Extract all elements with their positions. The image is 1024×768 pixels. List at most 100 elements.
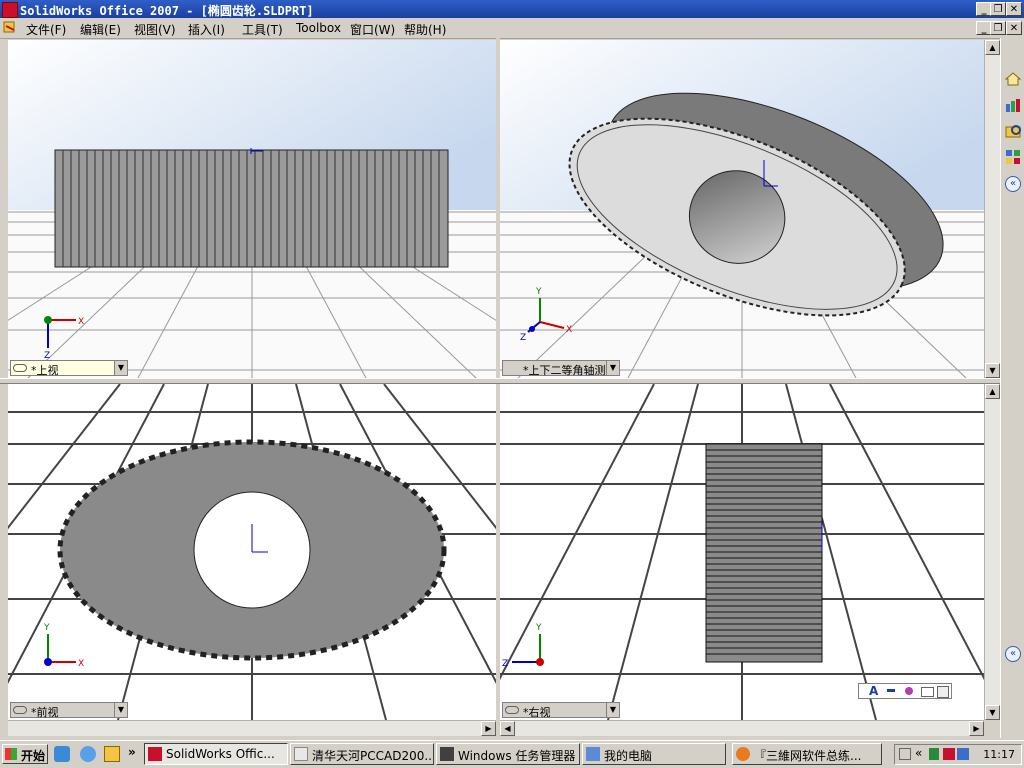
scrollbar-horizontal-right[interactable]: ◀ ▶ [500,720,984,736]
start-button[interactable]: 开始 [2,744,48,764]
axis-z-label-right: Z [502,659,508,669]
task-pane: « « [1000,38,1024,738]
view-selector-trimetric[interactable]: *上下二等角轴测 ▼ [502,360,620,377]
internet-explorer-icon[interactable] [80,746,96,762]
view-label-front: *前视 [31,706,59,719]
taskbar-solidworks[interactable]: SolidWorks Offic... [144,743,288,765]
menu-toolbox[interactable]: Toolbox [296,21,341,35]
firefox-icon [736,747,750,761]
taskbar-browser-label: 『三維网软件总练... [754,749,862,763]
scrollbar-horizontal-left[interactable]: ▶ [8,720,496,736]
file-explorer-icon[interactable] [1004,122,1022,140]
viewport-front[interactable]: Y X *前视 ▼ [8,384,496,720]
menu-file[interactable]: 文件(F) [26,21,66,38]
list-icon[interactable] [937,686,949,698]
solidworks-app-icon[interactable] [2,2,18,18]
menu-window[interactable]: 窗口(W) [350,21,395,38]
tray-network-icon[interactable] [943,748,955,760]
scrollbar-vertical-lower[interactable]: ▲ ▼ [984,384,1000,720]
scroll-right-arrow-icon[interactable]: ▶ [481,721,496,736]
view-palette-icon[interactable] [1004,148,1022,166]
title-bar: SolidWorks Office 2007 - [椭圆齿轮.SLDPRT] _… [0,0,1024,18]
quote-icon[interactable] [887,689,895,692]
view-label-trimetric: *上下二等角轴测 [523,364,606,377]
axis-z-label-tri: Z [520,333,526,343]
scrollbar-vertical-upper[interactable]: ▲ ▼ [984,40,1000,378]
taskbar-pccad[interactable]: 清华天河PCCAD200... [290,743,434,765]
scroll-up-arrow-icon[interactable]: ▲ [985,40,1000,55]
clock[interactable]: 11:17 [983,748,1015,761]
view-selector-right[interactable]: *右视 ▼ [502,702,620,719]
scroll-up-arrow-icon[interactable]: ▲ [985,384,1000,399]
design-library-icon[interactable] [1004,96,1022,114]
show-desktop-icon[interactable] [54,746,70,762]
view-selector-top[interactable]: *上视 ▼ [10,360,128,377]
taskbar-my-computer[interactable]: 我的电脑 [582,743,726,765]
chevron-down-icon[interactable]: ▼ [606,703,619,717]
taskbar-my-computer-label: 我的电脑 [604,749,653,763]
tray-edit-icon[interactable] [899,748,911,760]
taskbar-browser[interactable]: 『三維网软件总练... [732,743,882,765]
tray-volume-icon[interactable] [957,748,969,760]
axis-x-label-tri: X [566,325,572,335]
taskbar-solidworks-label: SolidWorks Offic... [166,747,275,761]
media-player-icon[interactable] [104,746,120,762]
view-eye-icon [505,706,519,714]
doc-close-button[interactable]: ✕ [1006,21,1022,35]
home-icon[interactable] [1004,70,1022,88]
front-view-scene: Y X [8,384,496,720]
gear-side-profile [705,443,823,663]
viewport-right[interactable]: Y Z *右视 ▼ [500,384,984,720]
taskbar-pccad-label: 清华天河PCCAD200... [312,749,434,763]
pccad-icon [294,747,308,761]
menu-tools[interactable]: 工具(T) [242,21,283,38]
axis-y-label-tri: Y [535,287,542,297]
collapse-pane-icon-lower[interactable]: « [1005,646,1021,662]
menu-edit[interactable]: 编辑(E) [80,21,121,38]
menu-view[interactable]: 视图(V) [134,21,176,38]
view-eye-icon [13,364,27,372]
system-tray: « 11:17 [894,744,1022,765]
window-title: SolidWorks Office 2007 - [椭圆齿轮.SLDPRT] [20,4,314,18]
menu-help[interactable]: 帮助(H) [404,21,446,38]
chevron-down-icon[interactable]: ▼ [606,361,619,375]
scroll-right-arrow-icon[interactable]: ▶ [969,721,984,736]
taskbar-task-manager[interactable]: Windows 任务管理器 [436,743,580,765]
menu-bar: 文件(F) 编辑(E) 视图(V) 插入(I) 工具(T) Toolbox 窗口… [0,18,1024,39]
axis-x-label-front: X [78,659,84,669]
brush-icon[interactable] [905,687,913,695]
viewport-splitter-vertical[interactable] [496,38,500,738]
viewport-trimetric[interactable]: Y X Z *上下二等角轴测 ▼ [500,40,984,378]
chevron-down-icon[interactable]: ▼ [114,361,127,375]
solidworks-icon [148,747,162,761]
viewport-splitter-horizontal[interactable] [0,378,1000,384]
view-label-right: *右视 [523,706,551,719]
taskbar-task-manager-label: Windows 任务管理器 [458,749,576,763]
view-label-top: *上视 [31,364,59,377]
scroll-left-arrow-icon[interactable]: ◀ [500,721,515,736]
axis-y-label-right: Y [535,623,542,633]
axis-x-label-top: X [78,317,84,327]
keyboard-icon[interactable] [921,687,934,697]
format-toolbar[interactable]: A [858,683,952,699]
my-computer-icon [586,747,600,761]
text-format-button[interactable]: A [869,684,878,698]
windows-logo-icon [5,748,17,760]
scroll-down-arrow-icon[interactable]: ▼ [985,363,1000,378]
scroll-down-arrow-icon[interactable]: ▼ [985,705,1000,720]
doc-restore-button[interactable]: ❐ [990,21,1006,35]
restore-button[interactable]: ❐ [990,2,1006,16]
view-eye-icon [13,706,27,714]
document-menu-icon[interactable] [3,20,17,34]
quicklaunch-chevron[interactable]: » [128,745,136,759]
tray-app-icon[interactable] [929,748,939,760]
collapse-pane-icon[interactable]: « [1005,176,1021,192]
axis-y-label-front: Y [43,623,50,633]
menu-insert[interactable]: 插入(I) [188,21,225,38]
view-selector-front[interactable]: *前视 ▼ [10,702,128,719]
chevron-down-icon[interactable]: ▼ [114,703,127,717]
taskbar: 开始 » SolidWorks Offic... 清华天河PCCAD200...… [0,740,1024,768]
tray-expand-chevron[interactable]: « [915,746,922,760]
viewport-top[interactable]: X Z *上视 ▼ [8,40,496,378]
close-button[interactable]: ✕ [1006,2,1022,16]
